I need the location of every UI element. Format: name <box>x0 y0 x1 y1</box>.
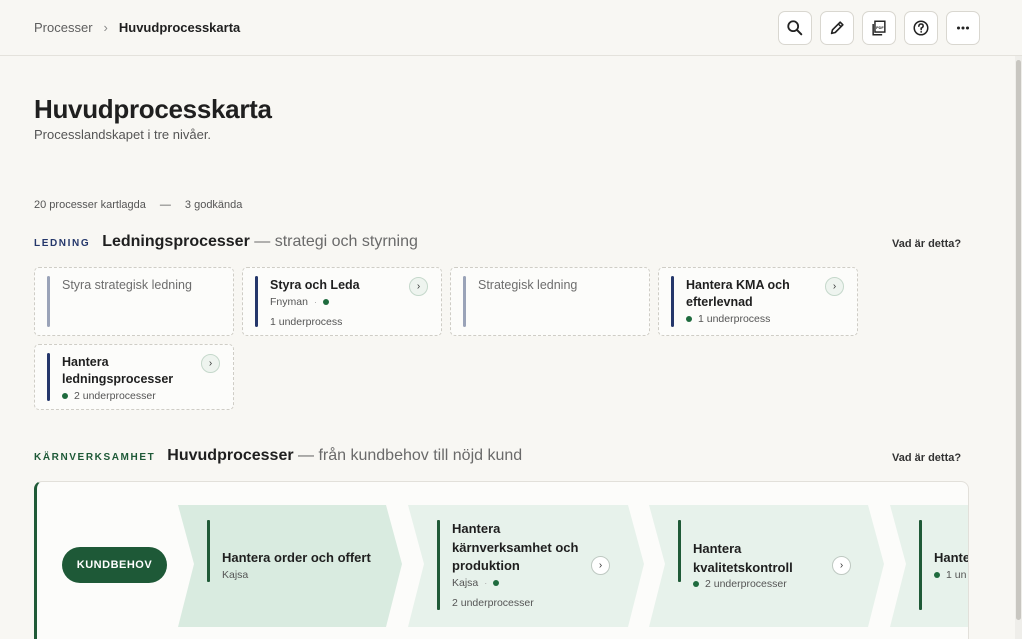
section-tagline: — från kundbehov till nöjd kund <box>298 447 523 464</box>
breadcrumb: Processer › Huvudprocesskarta <box>34 20 240 35</box>
section-tag: LEDNING <box>34 238 91 249</box>
step-owner-row: Kajsa · <box>452 577 500 589</box>
expand-chevron-icon[interactable]: › <box>832 556 851 575</box>
section-heading: Huvudprocesser — från kundbehov till nöj… <box>167 447 522 465</box>
step-bar <box>678 520 681 582</box>
step-title: Hantera kärnverksamhet och produktion <box>452 521 579 573</box>
subprocess-count: 1 underprocess <box>270 316 343 328</box>
start-pill-kundbehov: KUNDBEHOV <box>62 547 167 583</box>
subprocess-count: 1 un <box>946 569 967 581</box>
edit-icon <box>830 21 844 35</box>
process-title: Strategisk ledning <box>478 278 578 292</box>
subprocess-count: 1 underprocess <box>698 313 771 325</box>
pdf-export-button[interactable]: PDF <box>862 11 896 45</box>
expand-chevron-icon[interactable]: › <box>409 277 428 296</box>
separator-dot-icon: · <box>313 297 317 307</box>
subprocess-count: 2 underprocesser <box>452 597 534 609</box>
what-is-this-link[interactable]: Vad är detta? <box>892 452 961 464</box>
page-subtitle: Processlandskapet i tre nivåer. <box>34 127 212 142</box>
step-title: Hante <box>934 550 969 565</box>
step-bar <box>207 520 210 582</box>
process-card[interactable]: Styra och Leda Fnyman · 1 underprocess › <box>242 267 442 336</box>
top-bar: Processer › Huvudprocesskarta PDF <box>0 0 1022 56</box>
status-dot-icon <box>322 299 329 305</box>
help-icon <box>913 20 929 36</box>
help-button[interactable] <box>904 11 938 45</box>
expand-chevron-icon[interactable]: › <box>201 354 220 373</box>
stat-divider: — <box>159 199 171 211</box>
breadcrumb-separator-icon: › <box>103 20 108 35</box>
step-bar <box>919 520 922 610</box>
status-dot-icon <box>934 572 940 578</box>
level-bar <box>671 276 674 327</box>
level-bar <box>47 353 50 401</box>
breadcrumb-current: Huvudprocesskarta <box>118 20 241 35</box>
subprocess-row: 1 underprocess <box>686 313 770 325</box>
step-owner: Kajsa <box>222 569 249 581</box>
toolbar: PDF <box>778 11 980 45</box>
stat-mapped: 20 processer kartlagda <box>34 199 146 211</box>
expand-chevron-icon[interactable]: › <box>591 556 610 575</box>
level-bar <box>463 276 466 327</box>
process-title: Styra strategisk ledning <box>62 278 192 292</box>
status-dot-icon <box>62 393 68 399</box>
separator-dot-icon: · <box>484 578 488 588</box>
subprocess-row: 2 underprocesser <box>62 390 156 402</box>
level-bar <box>255 276 258 327</box>
edit-button[interactable] <box>820 11 854 45</box>
process-stats: 20 processer kartlagda — 3 godkända <box>34 199 242 211</box>
section-header-ledning: LEDNING Ledningsprocesser — strategi och… <box>34 233 418 251</box>
step-owner: Kajsa <box>452 577 479 589</box>
stat-approved: 3 godkända <box>184 199 243 211</box>
process-card[interactable]: Hantera ledningsprocesser 2 underprocess… <box>34 344 234 410</box>
more-icon <box>956 26 970 30</box>
search-button[interactable] <box>778 11 812 45</box>
process-owner: Fnyman <box>270 296 308 308</box>
pdf-icon: PDF <box>872 20 886 36</box>
section-title: Ledningsprocesser <box>102 233 250 250</box>
more-button[interactable] <box>946 11 980 45</box>
step-title: Hantera order och offert <box>222 550 371 565</box>
search-icon <box>787 20 803 36</box>
expand-chevron-icon[interactable]: › <box>825 277 844 296</box>
status-dot-icon <box>686 316 692 322</box>
process-card[interactable]: Strategisk ledning <box>450 267 650 336</box>
section-tagline: — strategi och styrning <box>254 233 418 250</box>
breadcrumb-parent[interactable]: Processer <box>34 20 93 35</box>
subprocess-count: 2 underprocesser <box>705 578 787 590</box>
scrollbar-thumb[interactable] <box>1016 60 1021 620</box>
what-is-this-link[interactable]: Vad är detta? <box>892 238 961 250</box>
process-title: Hantera ledningsprocesser <box>62 355 174 386</box>
level-bar <box>47 276 50 327</box>
status-dot-icon <box>693 581 699 587</box>
subprocess-row: 1 un <box>934 569 966 581</box>
subprocess-count: 2 underprocesser <box>74 390 156 402</box>
section-title: Huvudprocesser <box>167 447 294 464</box>
core-process-flow: KUNDBEHOV Hantera order och offert Kajsa… <box>34 481 969 639</box>
svg-text:PDF: PDF <box>876 26 884 30</box>
process-card[interactable]: Styra strategisk ledning <box>34 267 234 336</box>
section-header-karnverksamhet: KÄRNVERKSAMHET Huvudprocesser — från kun… <box>34 447 522 465</box>
section-tag: KÄRNVERKSAMHET <box>34 452 156 463</box>
step-title: Hantera kvalitetskontroll <box>693 541 793 575</box>
section-heading: Ledningsprocesser — strategi och styrnin… <box>102 233 418 251</box>
subprocess-row: 2 underprocesser <box>693 578 787 590</box>
process-card[interactable]: Hantera KMA och efterlevnad 1 underproce… <box>658 267 858 336</box>
process-owner-row: Fnyman · <box>270 296 329 308</box>
status-dot-icon <box>493 580 500 586</box>
step-bar <box>437 520 440 610</box>
page-title: Huvudprocesskarta <box>34 94 272 124</box>
process-title: Styra och Leda <box>270 278 360 292</box>
process-title: Hantera KMA och efterlevnad <box>686 278 790 309</box>
